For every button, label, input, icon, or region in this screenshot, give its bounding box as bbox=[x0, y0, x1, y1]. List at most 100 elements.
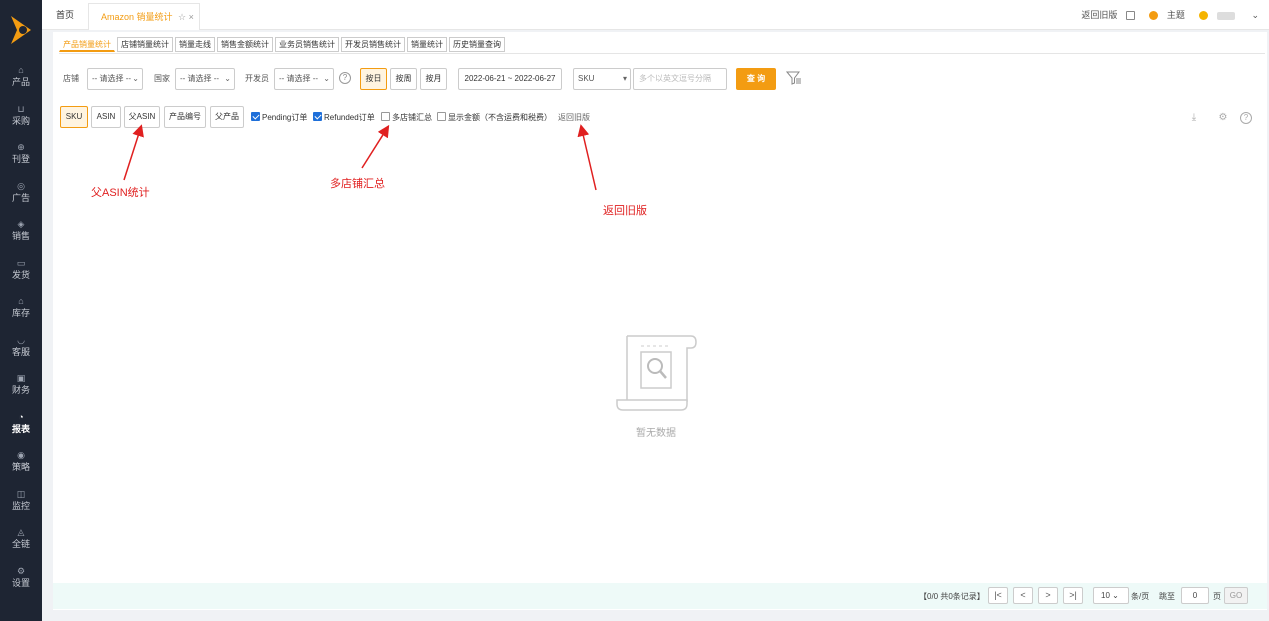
cart-icon: ⊔ bbox=[17, 103, 25, 114]
top-bar: 首页 Amazon 销量统计 ☆ × 返回旧版 主题 ⌄ bbox=[42, 0, 1269, 30]
sidebar-item-8[interactable]: ▣ 财务 bbox=[0, 372, 42, 408]
annotation-parent-asin: 父ASIN统计 bbox=[91, 187, 150, 199]
page-size-select[interactable]: 10 ⌄ bbox=[1093, 587, 1129, 604]
group-parent-asin-button[interactable]: 父ASIN bbox=[124, 106, 160, 128]
sidebar-item-6[interactable]: ⌂ 库存 bbox=[0, 295, 42, 331]
strategy-icon: ◉ bbox=[17, 450, 25, 460]
prev-page-button[interactable]: < bbox=[1013, 587, 1033, 604]
back-old-link[interactable]: 返回旧版 bbox=[1081, 10, 1117, 20]
pending-checkbox[interactable]: Pending订单 bbox=[251, 112, 307, 123]
first-page-button[interactable]: |< bbox=[988, 587, 1008, 604]
close-icon[interactable]: × bbox=[189, 12, 194, 22]
sidebar-item-9[interactable]: ◔ 报表 bbox=[0, 411, 42, 447]
subtab-4[interactable]: 业务员销售统计 bbox=[275, 37, 339, 52]
group-sku-button[interactable]: SKU bbox=[60, 106, 88, 128]
sidebar-item-11[interactable]: ◫ 监控 bbox=[0, 488, 42, 524]
period-day-button[interactable]: 按日 bbox=[360, 68, 387, 90]
sidebar-item-3[interactable]: ◎ 广告 bbox=[0, 180, 42, 216]
subtab-5[interactable]: 开发员销售统计 bbox=[341, 37, 405, 52]
annotation-back-old: 返回旧版 bbox=[603, 205, 647, 217]
shop-select[interactable]: -- 请选择 -- ⌄ bbox=[87, 68, 143, 90]
screen-icon[interactable] bbox=[1125, 11, 1135, 21]
group-product-code-button[interactable]: 产品编号 bbox=[164, 106, 206, 128]
sidebar-item-label: 发货 bbox=[11, 269, 30, 280]
settings-icon: ⚙ bbox=[16, 565, 26, 576]
sidebar-item-label: 采购 bbox=[11, 115, 30, 126]
finance-icon: ▣ bbox=[16, 373, 26, 383]
sidebar-item-label: 客服 bbox=[11, 346, 30, 357]
sidebar-item-10[interactable]: ◉ 策略 bbox=[0, 449, 42, 485]
jump-to-label: 跳至 bbox=[1159, 592, 1175, 601]
sidebar: ⌂ 产品 ⊔ 采购 ⊕ 刊登 ◎ 广告 ◈ 销售 ▭ 发货 ⌂ 库存 ◡ 客服 ▣ 财务 ◔ 报表 ◉ 策略 ◫ 监控 ◬ 全链 ⚙… bbox=[0, 0, 42, 621]
chevron-down-icon: ⌄ bbox=[224, 74, 231, 83]
developer-select[interactable]: -- 请选择 -- ⌄ bbox=[274, 68, 334, 90]
back-old-version-link[interactable]: 返回旧版 bbox=[558, 112, 590, 123]
group-asin-button[interactable]: ASIN bbox=[91, 106, 121, 128]
chevron-down-icon: ⌄ bbox=[323, 74, 330, 83]
filter-icon[interactable] bbox=[786, 70, 802, 86]
chevron-down-icon[interactable]: ⌄ bbox=[1251, 10, 1259, 20]
multi-shop-checkbox[interactable]: 多店铺汇总 bbox=[381, 112, 432, 123]
country-select[interactable]: -- 请选择 -- ⌄ bbox=[175, 68, 235, 90]
query-button[interactable]: 查 询 bbox=[736, 68, 776, 90]
headset-icon: ◡ bbox=[17, 334, 25, 345]
last-page-button[interactable]: >| bbox=[1063, 587, 1083, 604]
palette-icon[interactable] bbox=[1149, 11, 1159, 21]
annotation-multi-shop: 多店铺汇总 bbox=[330, 178, 385, 190]
chain-icon: ◬ bbox=[17, 527, 25, 537]
sidebar-item-2[interactable]: ⊕ 刊登 bbox=[0, 141, 42, 177]
per-page-label: 条/页 bbox=[1131, 592, 1150, 601]
subtab-2[interactable]: 销量走线 bbox=[175, 37, 215, 52]
page-unit-label: 页 bbox=[1213, 592, 1221, 601]
sidebar-item-13[interactable]: ⚙ 设置 bbox=[0, 565, 42, 601]
subtab-7[interactable]: 历史销量查询 bbox=[449, 37, 505, 52]
help-icon[interactable]: ? bbox=[339, 72, 351, 84]
subtab-0[interactable]: 产品销量统计 bbox=[59, 37, 115, 52]
go-button[interactable]: GO bbox=[1224, 587, 1248, 604]
star-icon[interactable]: ☆ bbox=[178, 12, 186, 22]
download-icon[interactable]: ⤓ bbox=[1188, 112, 1200, 124]
sidebar-item-label: 库存 bbox=[11, 308, 30, 318]
empty-text: 暂无数据 bbox=[636, 428, 676, 439]
sidebar-item-4[interactable]: ◈ 销售 bbox=[0, 218, 42, 254]
subtab-3[interactable]: 销售金额统计 bbox=[217, 37, 273, 52]
group-parent-product-button[interactable]: 父产品 bbox=[210, 106, 244, 128]
tab-label: Amazon 销量统计 bbox=[101, 12, 173, 22]
page-number-input[interactable]: 0 bbox=[1181, 587, 1209, 604]
tab-home[interactable]: 首页 bbox=[48, 0, 82, 30]
sidebar-item-7[interactable]: ◡ 客服 bbox=[0, 334, 42, 370]
column-settings-icon[interactable]: ⚙ bbox=[1217, 112, 1229, 124]
period-month-button[interactable]: 按月 bbox=[420, 68, 447, 90]
sub-tabs: 产品销量统计 店铺销量统计 销量走线 销售金额统计 业务员销售统计 开发员销售统计 销量统计… bbox=[59, 37, 507, 53]
chevron-down-icon: ⌄ bbox=[1112, 591, 1119, 600]
sidebar-item-label: 监控 bbox=[11, 500, 30, 511]
next-page-button[interactable]: > bbox=[1038, 587, 1058, 604]
warehouse-icon: ⌂ bbox=[18, 296, 24, 306]
search-input[interactable]: 多个以英文逗号分隔 bbox=[633, 68, 727, 90]
refunded-checkbox[interactable]: Refunded订单 bbox=[313, 112, 375, 123]
user-name[interactable] bbox=[1216, 11, 1235, 20]
tab-amazon-sales[interactable]: Amazon 销量统计 ☆ × bbox=[88, 3, 200, 30]
help-icon[interactable]: ? bbox=[1240, 112, 1252, 124]
ad-icon: ◎ bbox=[17, 180, 25, 191]
search-type-select[interactable]: SKU ▾ bbox=[573, 68, 631, 90]
user-icon[interactable] bbox=[1199, 11, 1209, 21]
theme-link[interactable]: 主题 bbox=[1167, 10, 1185, 20]
sidebar-item-1[interactable]: ⊔ 采购 bbox=[0, 103, 42, 139]
subtab-1[interactable]: 店铺销量统计 bbox=[117, 37, 173, 52]
checkbox-icon bbox=[437, 112, 446, 121]
main-panel: 产品销量统计 店铺销量统计 销量走线 销售金额统计 业务员销售统计 开发员销售统计 销量统计… bbox=[53, 32, 1267, 610]
box-icon: ⌂ bbox=[18, 65, 24, 75]
sidebar-item-0[interactable]: ⌂ 产品 bbox=[0, 64, 42, 100]
show-amount-checkbox[interactable]: 显示金额（不含运费和税费） bbox=[437, 112, 552, 123]
sidebar-item-12[interactable]: ◬ 全链 bbox=[0, 526, 42, 562]
sidebar-item-5[interactable]: ▭ 发货 bbox=[0, 257, 42, 293]
sidebar-item-label: 产品 bbox=[11, 77, 30, 87]
subtab-6[interactable]: 销量统计 bbox=[407, 37, 447, 52]
publish-icon: ⊕ bbox=[17, 142, 25, 152]
record-info: 【0/0 共0条记录】 bbox=[919, 592, 985, 601]
checkbox-checked-icon bbox=[313, 112, 322, 121]
date-range-input[interactable]: 2022-06-21 ~ 2022-06-27 bbox=[458, 68, 562, 90]
period-week-button[interactable]: 按周 bbox=[390, 68, 417, 90]
options-bar: SKU ASIN 父ASIN 产品编号 父产品 Pending订单 Refund… bbox=[60, 106, 1260, 128]
